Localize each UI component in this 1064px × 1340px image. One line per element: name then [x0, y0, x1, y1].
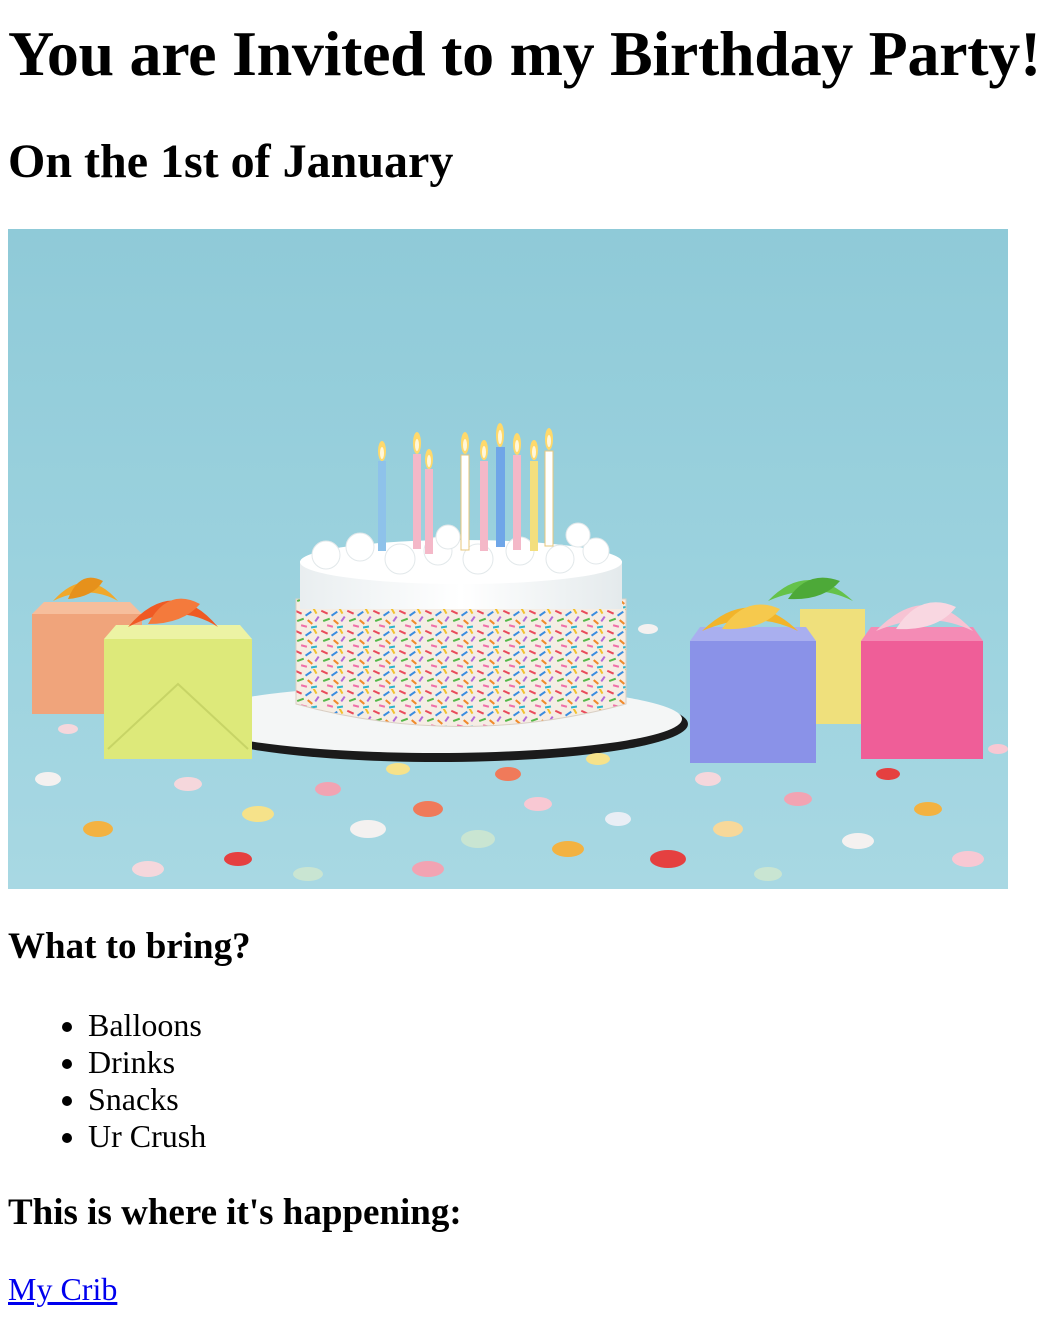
list-item: Balloons: [88, 1007, 206, 1044]
page-title: You are Invited to my Birthday Party!: [8, 18, 1041, 89]
birthday-cake-image: [8, 229, 1008, 889]
list-item: Snacks: [88, 1081, 206, 1118]
list-item: Ur Crush: [88, 1118, 206, 1155]
invitation-page: You are Invited to my Birthday Party! On…: [0, 0, 1064, 1340]
list-item: Drinks: [88, 1044, 206, 1081]
bring-list: Balloons Drinks Snacks Ur Crush: [8, 1007, 206, 1155]
location-link[interactable]: My Crib: [8, 1271, 117, 1308]
event-date-heading: On the 1st of January: [8, 135, 454, 188]
what-to-bring-heading: What to bring?: [8, 926, 251, 967]
location-heading: This is where it's happening:: [8, 1192, 462, 1233]
